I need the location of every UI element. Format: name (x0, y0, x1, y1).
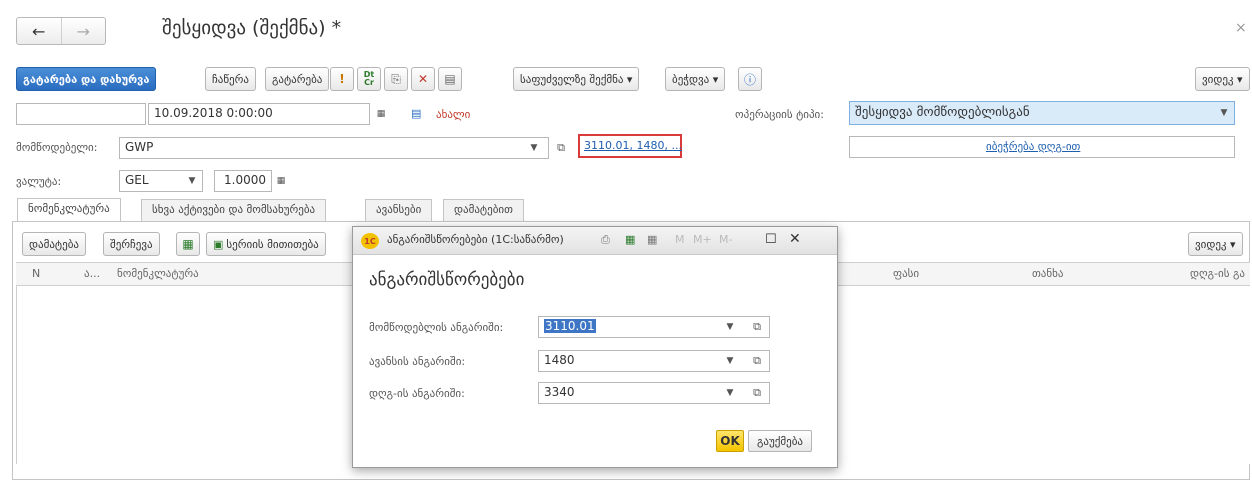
report-icon[interactable]: ▤ (438, 67, 462, 91)
create-based-on-button[interactable]: საფუძველზე შექმნა ▾ (513, 67, 640, 91)
tab-other-assets-services[interactable]: სხვა აქტივები და მომსახურება (141, 199, 327, 221)
chevron-down-icon[interactable]: ▼ (721, 316, 739, 338)
open-icon[interactable]: ⧉ (552, 137, 570, 159)
post-and-close-button[interactable]: გატარება და დახურვა (16, 67, 157, 91)
column-nomenclature[interactable]: ნომენკლატურა (117, 267, 199, 280)
advance-account-label: ავანსის ანგარიში: (369, 355, 466, 368)
post-button[interactable]: გატარება (265, 67, 330, 91)
exclamation-icon[interactable]: ! (330, 67, 354, 91)
close-icon[interactable]: × (1235, 20, 1247, 36)
dialog-heading: ანგარიშსწორებები (369, 270, 525, 290)
tab-nomenclature[interactable]: ნომენკლატურა (17, 198, 121, 222)
accounts-link[interactable]: 3110.01, 1480, ... (584, 139, 682, 152)
back-arrow-icon[interactable]: ← (17, 18, 61, 44)
maximize-icon[interactable]: ☐ (765, 232, 777, 247)
supplier-field[interactable]: GWP (119, 137, 549, 159)
column-vat[interactable]: დღგ-ის გა (1190, 267, 1245, 280)
currency-label: ვალუტა: (16, 175, 62, 188)
document-icon: ▤ (411, 107, 422, 120)
tab-advances[interactable]: ავანსები (365, 199, 433, 221)
open-icon[interactable]: ⧉ (748, 350, 766, 372)
dialog-close-icon[interactable]: ✕ (789, 231, 801, 247)
vat-account-label: დღგ-ის ანგარიში: (369, 387, 465, 400)
status-text: ახალი (436, 108, 471, 121)
chevron-down-icon[interactable]: ▼ (721, 382, 739, 404)
info-icon[interactable]: ⓘ (738, 67, 762, 91)
write-button[interactable]: ჩაწერა (205, 67, 256, 91)
chevron-down-icon[interactable]: ▼ (183, 170, 201, 192)
print-button[interactable]: ბეჭდვა ▾ (665, 67, 726, 91)
series-icon: ▣ (213, 237, 224, 251)
number-field[interactable] (16, 103, 146, 125)
open-icon[interactable]: ⧉ (748, 316, 766, 338)
exchange-rate-field[interactable]: 1.0000 (214, 170, 272, 192)
date-field[interactable]: 10.09.2018 0:00:00 (148, 103, 370, 125)
calendar-icon[interactable]: ▦ (647, 233, 657, 246)
supplier-label: მომწოდებელი: (16, 141, 98, 154)
set-series-label: სერიის მითითება (226, 237, 319, 251)
calculator-icon[interactable]: ▦ (272, 170, 290, 192)
delete-document-icon[interactable]: ✕ (411, 67, 435, 91)
column-amount[interactable]: თანხა (1032, 267, 1063, 280)
cancel-button[interactable]: გაუქმება (748, 430, 812, 452)
memory-plus-icon[interactable]: M+ (693, 233, 712, 246)
tab-additional[interactable]: დამატებით (443, 199, 524, 221)
spreadsheet-icon[interactable]: ▦ (625, 233, 635, 246)
paperclip-icon[interactable]: ⎘ (384, 67, 408, 91)
supplier-account-label: მომწოდებლის ანგარიში: (369, 321, 504, 334)
forward-arrow-icon[interactable]: → (60, 18, 106, 44)
memory-m-icon[interactable]: M (675, 233, 685, 246)
add-row-button[interactable]: დამატება (22, 232, 86, 256)
dialog-title: ანგარიშსწორებები (1C:საწარმო) (387, 233, 564, 246)
accounts-dialog: 1С ანგარიშსწორებები (1C:საწარმო) ⎙ ▦ ▦ M… (352, 226, 838, 468)
operation-type-field[interactable]: შესყიდვა მომწოდებლისგან (849, 101, 1235, 125)
memory-minus-icon[interactable]: M- (719, 233, 732, 246)
dt-cr-label: Dt Cr (363, 70, 375, 87)
pick-button[interactable]: შერჩევა (103, 232, 160, 256)
navigation-buttons: ← → (16, 17, 106, 45)
open-icon[interactable]: ⧉ (748, 382, 766, 404)
more-button[interactable]: ვიდეკ ▾ (1195, 67, 1250, 91)
column-n[interactable]: N (32, 267, 40, 280)
dt-cr-icon[interactable]: Dt Cr (357, 67, 381, 91)
print-icon[interactable]: ⎙ (601, 233, 610, 247)
column-a[interactable]: ა... (84, 267, 100, 280)
operation-type-label: ოპერაციის ტიპი: (735, 108, 824, 121)
supplier-account-value: 3110.01 (544, 319, 596, 333)
calendar-icon[interactable]: ▦ (372, 103, 390, 125)
grid-more-button[interactable]: ვიდეკ ▾ (1188, 232, 1243, 256)
window-title: შესყიდვა (შექმნა) * (162, 17, 342, 39)
ok-button[interactable]: OK (716, 430, 744, 452)
table-icon[interactable]: ▦ (176, 232, 200, 256)
chevron-down-icon[interactable]: ▼ (1215, 102, 1233, 124)
set-series-button[interactable]: ▣ სერიის მითითება (206, 232, 326, 256)
chevron-down-icon[interactable]: ▼ (721, 350, 739, 372)
onec-logo-icon: 1С (361, 233, 379, 249)
column-price[interactable]: ფასი (893, 267, 919, 280)
chevron-down-icon[interactable]: ▼ (525, 137, 543, 159)
invoice-link[interactable]: იბეჭრება დღგ-ით (986, 140, 1080, 153)
